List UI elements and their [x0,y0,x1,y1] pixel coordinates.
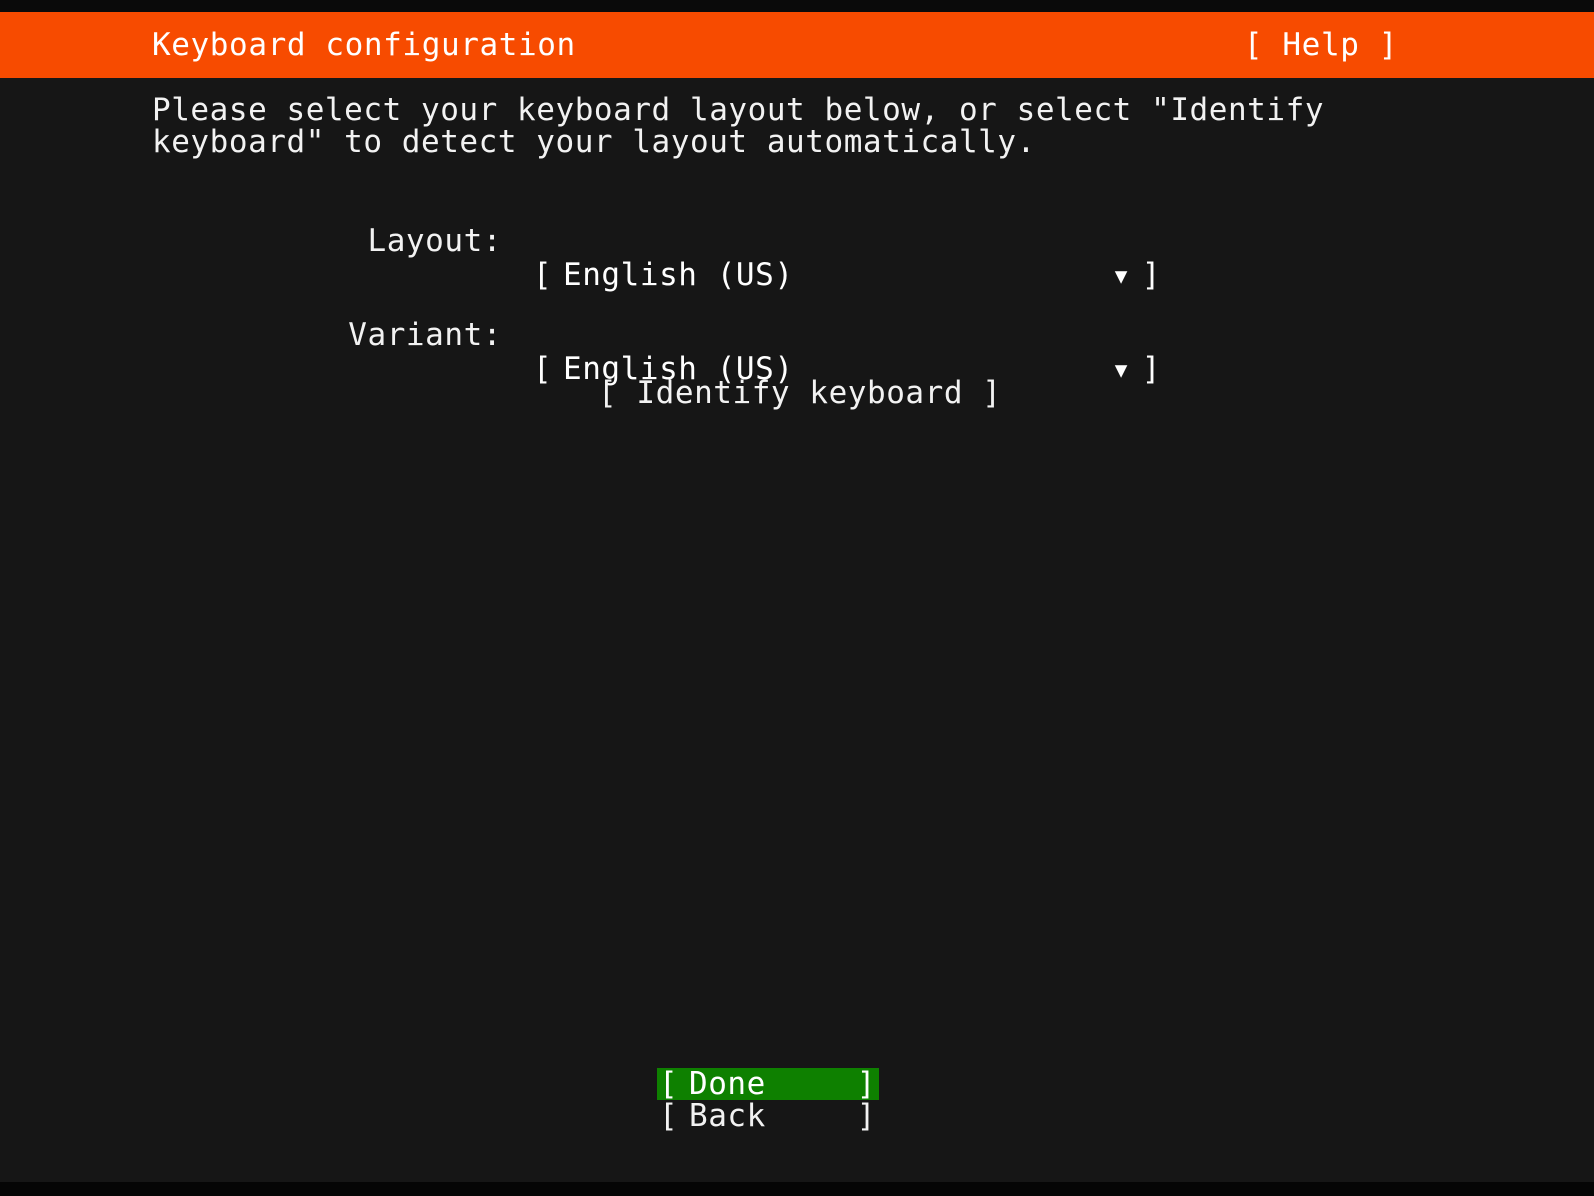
chevron-down-icon: ▼ [1114,358,1128,382]
variant-open-bracket: [ [533,351,553,387]
variant-row: Variant: [ English (US) ▼ ] [0,284,1594,386]
installer-screen: Keyboard configuration [ Help ] Please s… [0,0,1594,1196]
back-bracket-left: [ [659,1098,679,1134]
layout-label: Layout: [367,223,502,259]
back-button[interactable]: [ Back ] [657,1100,879,1132]
layout-row: Layout: [ English (US) ▼ ] [0,190,1594,292]
done-bracket-right: ] [856,1066,876,1102]
identify-keyboard-button[interactable]: [ Identify keyboard ] [598,376,1002,410]
screen-bottom-edge [0,1182,1594,1196]
page-title: Keyboard configuration [152,27,576,63]
variant-close-bracket: ] [1141,351,1161,387]
variant-label: Variant: [348,317,502,353]
header-bar: Keyboard configuration [ Help ] [0,12,1594,78]
help-button[interactable]: [ Help ] [1244,28,1398,62]
footer-button-group: [ Done ] [ Back ] [657,1068,879,1132]
done-bracket-left: [ [659,1066,679,1102]
done-button[interactable]: [ Done ] [657,1068,879,1100]
back-button-label: Back [689,1098,766,1134]
content-area: Please select your keyboard layout below… [0,78,1594,1182]
done-button-label: Done [689,1066,766,1102]
back-bracket-right: ] [856,1098,876,1134]
instruction-text: Please select your keyboard layout below… [152,92,1344,160]
screen-top-edge [0,0,1594,12]
